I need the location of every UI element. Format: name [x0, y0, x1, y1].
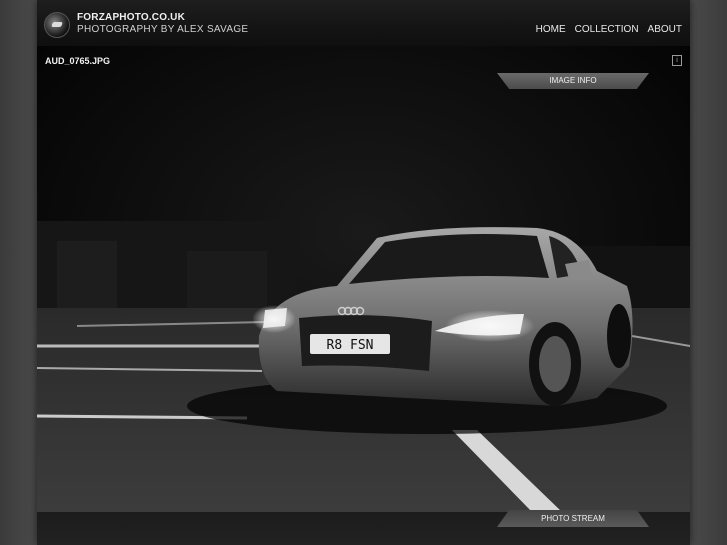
site-subtitle: PHOTOGRAPHY BY ALEX SAVAGE [77, 24, 249, 35]
svg-text:R8 FSN: R8 FSN [327, 338, 374, 353]
main-photo[interactable]: R8 FSN [37, 46, 690, 512]
nav-home[interactable]: HOME [536, 24, 566, 35]
site-logo-icon[interactable] [44, 12, 70, 38]
image-filename: AUD_0765.JPG [45, 56, 111, 66]
main-nav: HOME COLLECTION ABOUT [536, 24, 682, 35]
image-info-tab[interactable]: IMAGE INFO [497, 73, 649, 89]
info-icon[interactable]: i [672, 55, 682, 66]
site-header: FORZAPHOTO.CO.UK PHOTOGRAPHY BY ALEX SAV… [37, 0, 690, 47]
nav-collection[interactable]: COLLECTION [575, 24, 639, 35]
photo-stream-tab[interactable]: PHOTO STREAM [497, 510, 649, 527]
car-photo-illustration: R8 FSN [37, 46, 690, 512]
nav-about[interactable]: ABOUT [648, 24, 682, 35]
site-title[interactable]: FORZAPHOTO.CO.UK [77, 12, 185, 23]
